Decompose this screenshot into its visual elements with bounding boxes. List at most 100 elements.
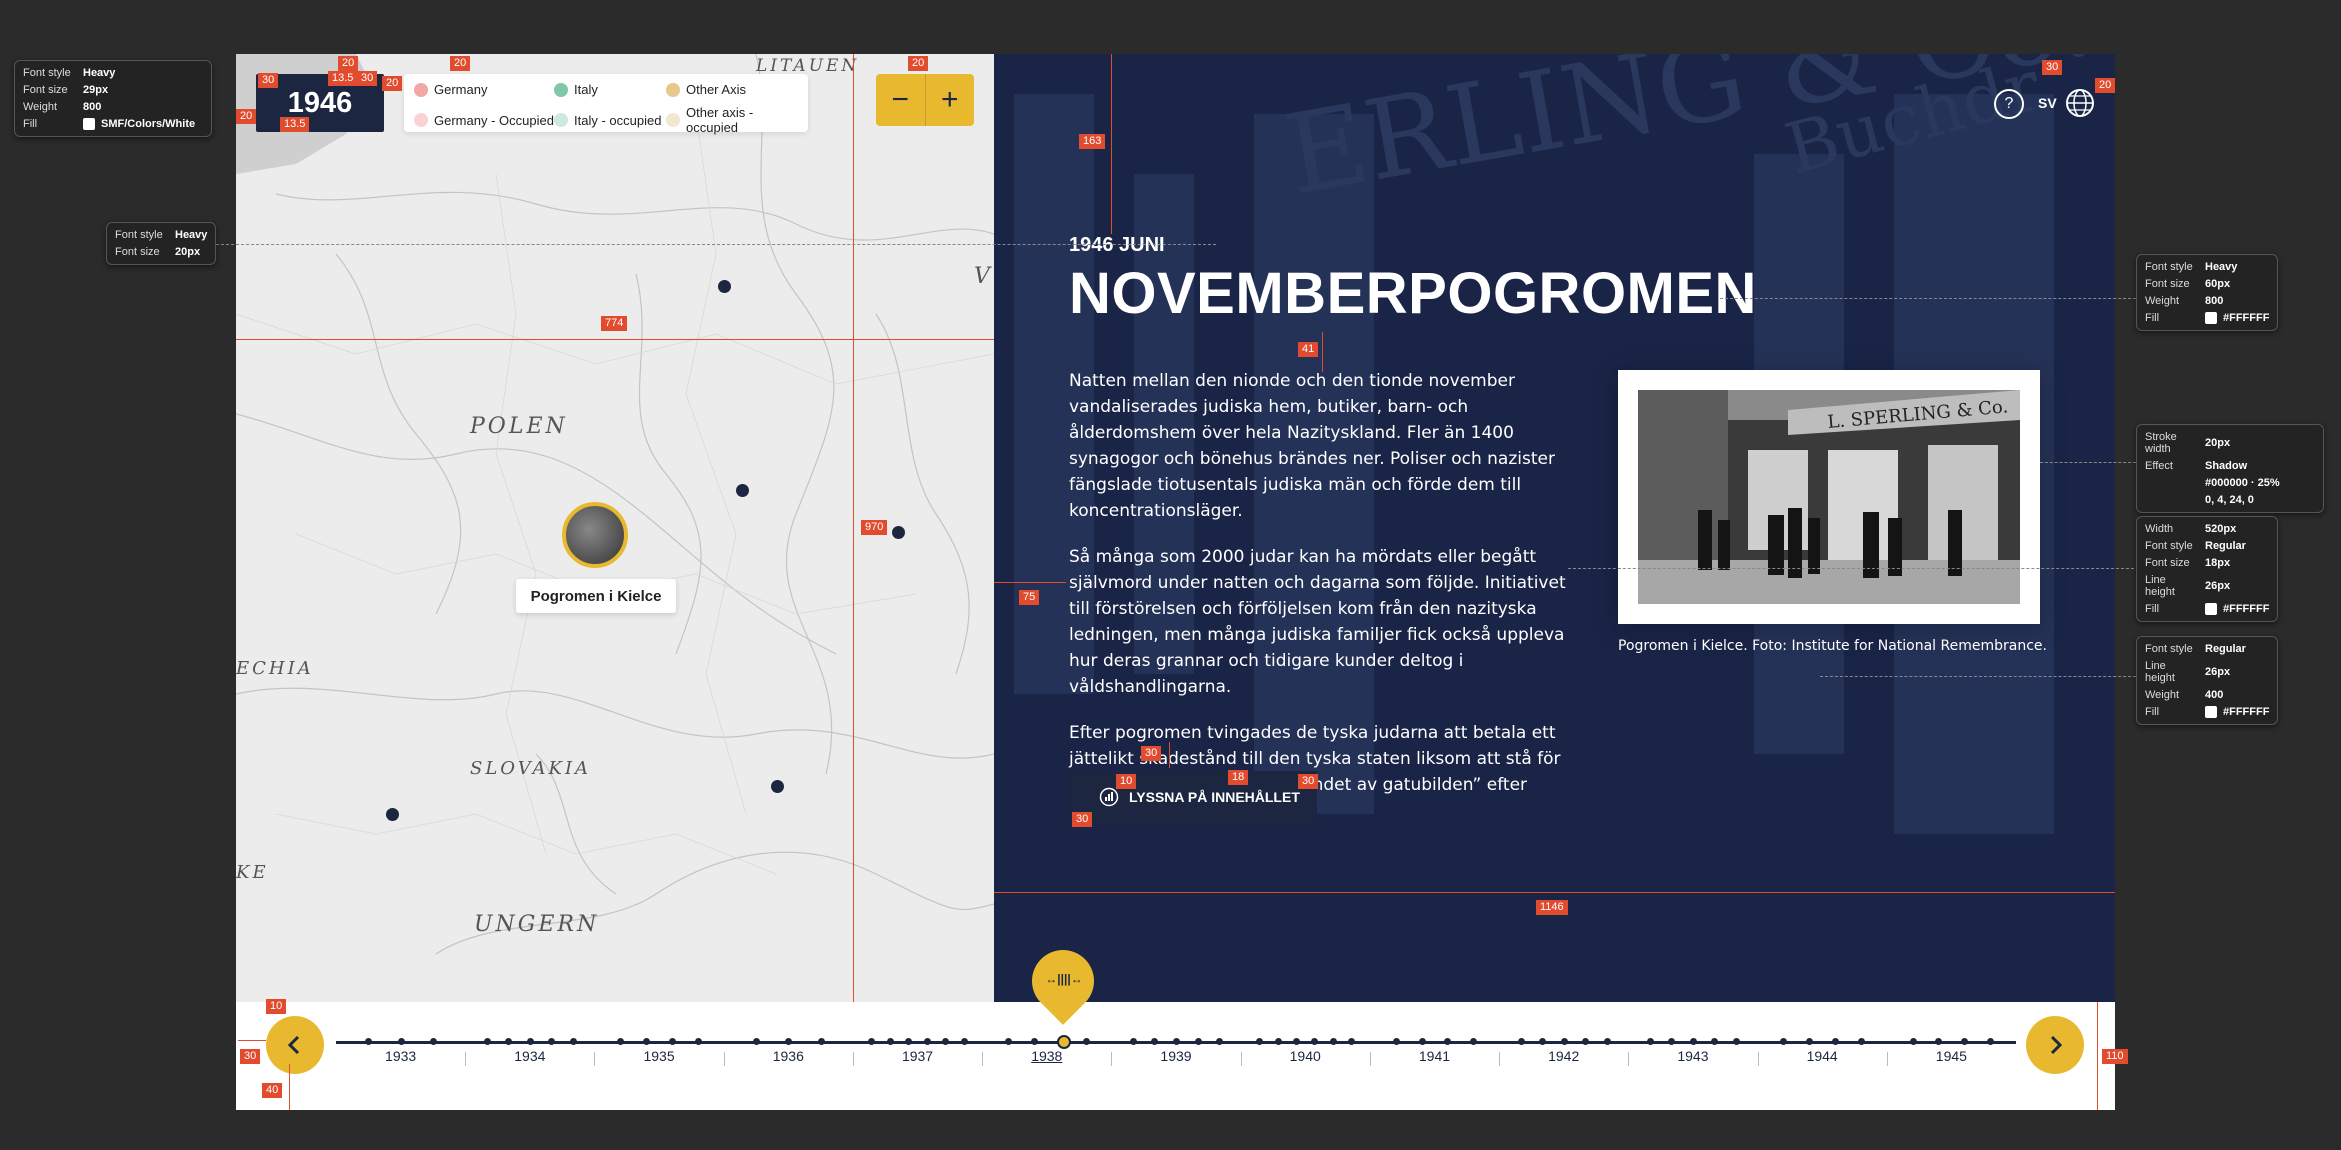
redline-tag: 40 xyxy=(262,1083,283,1098)
timeline-next-button[interactable] xyxy=(2026,1016,2084,1074)
spec-key: Weight xyxy=(2145,689,2180,701)
article-photo: L. SPERLING & Co. xyxy=(1638,390,2020,604)
map-event-dot[interactable] xyxy=(386,808,399,821)
timeline-event-tick[interactable] xyxy=(1689,1038,1697,1045)
article-photo-frame[interactable]: L. SPERLING & Co. xyxy=(1618,370,2040,624)
spec-key: Effect xyxy=(2145,460,2173,472)
globe-icon xyxy=(2065,89,2094,117)
event-marker-label[interactable]: Pogromen i Kielce xyxy=(516,579,676,613)
legend-swatch xyxy=(414,113,428,127)
timeline-year-label[interactable]: 1943 xyxy=(1628,1048,1758,1064)
map-event-dot[interactable] xyxy=(771,780,784,793)
timeline-event-tick[interactable] xyxy=(483,1038,491,1045)
timeline-event-tick[interactable] xyxy=(1005,1038,1012,1045)
timeline-year-label[interactable]: 1936 xyxy=(723,1048,853,1064)
chevron-left-icon xyxy=(287,1035,300,1055)
timeline-event-tick[interactable] xyxy=(397,1038,405,1045)
spec-value: #FFFFFF xyxy=(2205,603,2269,615)
spec-card: Font style Heavy Font size 20px xyxy=(106,222,216,265)
timeline-event-tick[interactable] xyxy=(1646,1038,1654,1045)
listen-button[interactable]: LYSSNA PÅ INNEHÅLLET xyxy=(1069,771,1317,823)
language-switcher[interactable]: SV xyxy=(2038,88,2095,118)
timeline-cursor[interactable] xyxy=(1057,1035,1071,1049)
redline-measure xyxy=(236,339,994,340)
timeline-event-tick[interactable] xyxy=(1030,1038,1038,1045)
timeline-event-tick[interactable] xyxy=(1857,1038,1865,1045)
spec-value: Heavy xyxy=(175,229,208,241)
timeline-event-tick[interactable] xyxy=(669,1038,676,1045)
timeline-event-tick[interactable] xyxy=(1293,1038,1300,1045)
timeline-year-label[interactable]: 1937 xyxy=(853,1048,983,1064)
timeline-event-tick[interactable] xyxy=(1517,1038,1525,1045)
timeline-event-tick[interactable] xyxy=(1418,1038,1426,1045)
spec-value: 800 xyxy=(83,101,102,113)
spec-value: Shadow xyxy=(2205,460,2248,472)
redline-measure xyxy=(994,582,1066,583)
legend-label: Germany - Occupied xyxy=(434,112,554,128)
timeline-year-label[interactable]: 1933 xyxy=(336,1048,466,1064)
drag-handle-icon: ↔||||↔ xyxy=(1045,972,1083,986)
timeline-year-label[interactable]: 1944 xyxy=(1757,1048,1887,1064)
legend-swatch xyxy=(554,113,568,127)
timeline-event-tick[interactable] xyxy=(1733,1038,1740,1045)
spec-key: Font style xyxy=(2145,261,2193,273)
timeline-year-label[interactable]: 1940 xyxy=(1240,1048,1370,1064)
timeline-event-tick[interactable] xyxy=(1909,1038,1917,1045)
timeline-event-tick[interactable] xyxy=(1392,1038,1400,1045)
map-event-dot[interactable] xyxy=(718,280,731,293)
spec-key: Fill xyxy=(2145,312,2160,324)
spec-key: Line height xyxy=(2145,660,2175,684)
zoom-out-button[interactable]: − xyxy=(876,74,926,126)
timeline-year-label[interactable]: 1939 xyxy=(1111,1048,1241,1064)
spec-key xyxy=(2145,494,2197,506)
country-label-czechia: ECHIA xyxy=(236,658,314,679)
timeline-event-tick[interactable] xyxy=(753,1038,760,1045)
legend-item: Other axis - occupied xyxy=(666,105,806,135)
language-code: SV xyxy=(2038,95,2057,111)
zoom-in-button[interactable]: + xyxy=(926,74,975,126)
timeline-event-tick[interactable] xyxy=(886,1038,894,1045)
timeline-event-tick[interactable] xyxy=(1216,1038,1224,1045)
timeline-year-separator xyxy=(982,1052,984,1066)
timeline-event-tick[interactable] xyxy=(694,1038,702,1045)
timeline-event-tick[interactable] xyxy=(1256,1038,1264,1045)
artboard: LITAUEN POLEN SLOVAKIA UNGERN ECHIA KE V… xyxy=(236,54,2115,1110)
timeline-event-tick[interactable] xyxy=(1832,1038,1840,1045)
timeline-year-label[interactable]: 1938 xyxy=(982,1048,1112,1064)
timeline-event-tick[interactable] xyxy=(1173,1038,1180,1045)
timeline-event-tick[interactable] xyxy=(526,1038,534,1045)
redline-measure xyxy=(238,1040,266,1041)
map-event-dot[interactable] xyxy=(736,484,749,497)
timeline-event-tick[interactable] xyxy=(1274,1038,1282,1045)
timeline-year-label[interactable]: 1934 xyxy=(465,1048,595,1064)
timeline-event-tick[interactable] xyxy=(1082,1038,1090,1045)
timeline[interactable]: 1933 1934 1935 1936 1937 1938 1939 1940 1941 1942… xyxy=(236,937,2115,1110)
timeline-event-tick[interactable] xyxy=(569,1038,577,1045)
timeline-event-tick[interactable] xyxy=(923,1038,931,1045)
timeline-year-separator xyxy=(1628,1052,1630,1066)
timeline-event-tick[interactable] xyxy=(1560,1038,1568,1045)
timeline-year-label[interactable]: 1945 xyxy=(1886,1048,2016,1064)
map-event-dot[interactable] xyxy=(892,526,905,539)
timeline-year-label[interactable]: 1942 xyxy=(1499,1048,1629,1064)
spec-value: Heavy xyxy=(83,67,116,79)
spec-value: #FFFFFF xyxy=(2205,706,2269,718)
color-swatch-icon xyxy=(2205,312,2217,324)
timeline-event-tick[interactable] xyxy=(1194,1038,1202,1045)
timeline-year-label[interactable]: 1941 xyxy=(1369,1048,1499,1064)
redline-tag: 75 xyxy=(1019,590,1040,605)
event-photo-marker[interactable] xyxy=(562,502,628,568)
timeline-prev-button[interactable] xyxy=(266,1016,324,1074)
spec-value: 400 xyxy=(2205,689,2224,701)
timeline-event-tick[interactable] xyxy=(1329,1038,1337,1045)
timeline-year-label[interactable]: 1935 xyxy=(594,1048,724,1064)
timeline-event-tick[interactable] xyxy=(1603,1038,1611,1045)
timeline-event-tick[interactable] xyxy=(960,1038,968,1045)
spec-key: Font style xyxy=(115,229,163,241)
help-icon[interactable]: ? xyxy=(1994,89,2024,119)
timeline-event-tick[interactable] xyxy=(817,1038,825,1045)
timeline-event-tick[interactable] xyxy=(1129,1038,1137,1045)
timeline-year-separator xyxy=(465,1052,467,1066)
timeline-event-tick[interactable] xyxy=(429,1038,437,1045)
spec-value: Heavy xyxy=(2205,261,2238,273)
